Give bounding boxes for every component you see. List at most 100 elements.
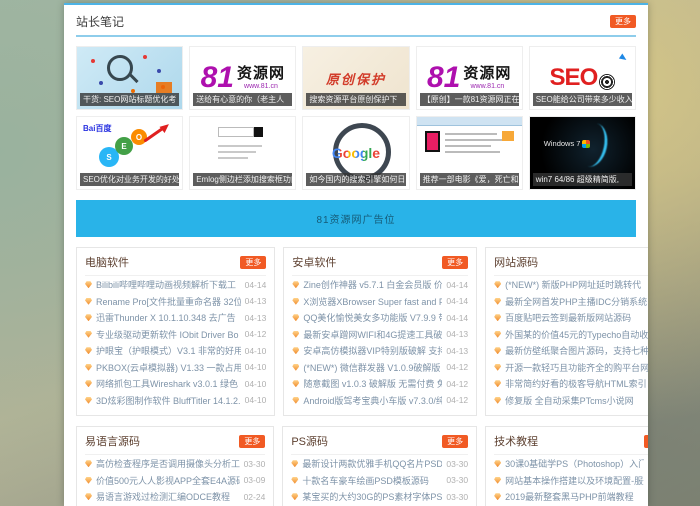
list-item[interactable]: 开源一款轻巧且功能齐全的购平台网03-20 bbox=[494, 360, 648, 376]
thumbnail-emlog-search[interactable]: Emlog侧边栏添加搜索框功能 bbox=[189, 116, 296, 190]
list-item[interactable]: Rename Pro[文件批量重命名器 32位 604-13 bbox=[85, 294, 266, 310]
logo-81: 81 bbox=[201, 63, 234, 93]
thumbnail-grid: 干货: SEO网站标题优化考 81 资源网 www.81.cn 送给有心意的你（… bbox=[76, 46, 636, 190]
gem-icon bbox=[494, 347, 501, 354]
mock-rating-badge bbox=[502, 131, 514, 141]
list-item[interactable]: Android版驾考宝典小车版 v7.3.0/纯04-12 bbox=[292, 393, 468, 409]
item-title: 网络抓包工具Wireshark v3.0.1 绿色 bbox=[96, 377, 241, 390]
gem-icon bbox=[85, 493, 92, 500]
mock-search-button bbox=[254, 127, 263, 137]
thumbnail-google-search[interactable]: Google 如今国内的搜索引擎如何日 bbox=[302, 116, 409, 190]
section-title: 安卓软件 bbox=[292, 254, 336, 270]
list-item[interactable]: 最新设计两款优雅手机QQ名片PSD源03-30 bbox=[291, 456, 468, 472]
thumbnail-81-resource-2[interactable]: 81 资源网 www.81.cn 【原创】一款81资源网正在 bbox=[416, 46, 523, 110]
seo-logo-text: SEO bbox=[550, 64, 598, 92]
list-item[interactable]: 非常简约好看的极客导航HTML索引03-10 bbox=[494, 376, 648, 392]
list-item[interactable]: 价值500元人人影视APP全套E4A源码03-09 bbox=[85, 473, 265, 489]
item-title: 某宝买的大约30G的PS素材字体PSD bbox=[302, 490, 442, 503]
list-item[interactable]: 十款名车豪车绘画PSD模板源码03-30 bbox=[291, 473, 468, 489]
item-date: 02-24 bbox=[244, 492, 266, 502]
logo-text-wrap: 资源网 www.81.cn bbox=[237, 62, 285, 90]
list-item[interactable]: (*NEW*) 新版PHP网址延时跳转代04-08 bbox=[494, 277, 648, 293]
more-button-webmaster-notes[interactable]: 更多 bbox=[610, 15, 636, 28]
more-button-tech-tutorials[interactable]: 更多 bbox=[644, 435, 648, 448]
gem-icon bbox=[292, 331, 299, 338]
item-title: Bilibili哔哩哔哩动画视频解析下载工 bbox=[96, 278, 241, 291]
section-website-source: 网站源码 更多 (*NEW*) 新版PHP网址延时跳转代04-08 最新全网首发… bbox=[485, 247, 648, 416]
list-item[interactable]: Bilibili哔哩哔哩动画视频解析下载工 04-14 bbox=[85, 277, 266, 293]
list-item[interactable]: 百度贴吧云签到最新版网站源码03-25 bbox=[494, 310, 648, 326]
thumbnail-caption: 推荐一部电影《爱，死亡和 bbox=[420, 173, 519, 186]
gem-icon bbox=[85, 314, 92, 321]
list-item[interactable]: 迅雷Thunder X 10.1.10.348 去广告04-13 bbox=[85, 310, 266, 326]
list-item[interactable]: X浏览器XBrowser Super fast and P04-14 bbox=[292, 294, 468, 310]
thumbnail-caption: 送给有心意的你（老主人 bbox=[193, 93, 292, 106]
item-title: (*NEW*) 微信群发器 V1.0.9破解版 bbox=[303, 361, 442, 374]
item-title: 外国某的价值45元的Typecho自动收 bbox=[505, 328, 648, 341]
ad-banner[interactable]: 81资源网广告位 bbox=[76, 200, 636, 237]
item-date: 04-12 bbox=[446, 379, 468, 389]
list-item[interactable]: (*NEW*) 微信群发器 V1.0.9破解版04-12 bbox=[292, 360, 468, 376]
list-item[interactable]: 最新全网首发PHP主播IDC分销系统03-31 bbox=[494, 294, 648, 310]
more-button-easy-language[interactable]: 更多 bbox=[239, 435, 265, 448]
item-date: 04-14 bbox=[245, 280, 267, 290]
list-item[interactable]: 易语言游戏过检测汇编ODCE教程02-24 bbox=[85, 489, 265, 505]
logo-name: 资源网 bbox=[463, 62, 511, 83]
item-title: PKBOX(云卓模拟器) V1.33 一款占用 bbox=[96, 361, 241, 374]
magnifier-icon bbox=[107, 55, 133, 81]
dart-icon bbox=[619, 54, 628, 63]
item-title: (*NEW*) 新版PHP网址延时跳转代 bbox=[505, 278, 648, 291]
baidu-logo-text: Bai百度 bbox=[83, 123, 111, 134]
item-title: QQ美化愉悦美女多功能版 V7.9.9 带 bbox=[303, 311, 442, 324]
gem-icon bbox=[291, 493, 298, 500]
list-item[interactable]: 30课0基础学PS（Photoshop）入门04-13 bbox=[494, 456, 648, 472]
windows7-label: Windows 7 bbox=[544, 139, 591, 148]
more-button-android-software[interactable]: 更多 bbox=[442, 256, 468, 269]
list-item[interactable]: 修复版 全自动采集PTcms小说网03-09 bbox=[494, 393, 648, 409]
section-tech-tutorials: 技术教程 更多 30课0基础学PS（Photoshop）入门04-13 网站基本… bbox=[485, 426, 648, 506]
list-item[interactable]: QQ美化愉悦美女多功能版 V7.9.9 带04-14 bbox=[292, 310, 468, 326]
thumbnail-movie-recommend[interactable]: 推荐一部电影《爱，死亡和 bbox=[416, 116, 523, 190]
section-header: PS源码 更多 bbox=[291, 433, 468, 455]
thumbnail-seo-title-optimize[interactable]: 干货: SEO网站标题优化考 bbox=[76, 46, 183, 110]
list-item[interactable]: 3D炫彩图制作软件 BluffTitler 14.1.2.04-10 bbox=[85, 393, 266, 409]
section-pc-software: 电脑软件 更多 Bilibili哔哩哔哩动画视频解析下载工04-14 Renam… bbox=[76, 247, 275, 416]
section-title: 网站源码 bbox=[494, 254, 538, 270]
more-button-pc-software[interactable]: 更多 bbox=[240, 256, 266, 269]
more-button-ps-source[interactable]: 更多 bbox=[442, 435, 468, 448]
item-date: 04-13 bbox=[446, 329, 468, 339]
section-title: 易语言源码 bbox=[85, 433, 140, 449]
list-item[interactable]: 最新安卓蹭网WIFI和4G提速工具破解04-13 bbox=[292, 327, 468, 343]
section-header: 技术教程 更多 bbox=[494, 433, 648, 455]
item-date: 04-13 bbox=[446, 346, 468, 356]
thumbnail-seo-business[interactable]: Bai百度 S E O SEO优化对业务开发的好处 bbox=[76, 116, 183, 190]
list-item[interactable]: 最新仿壁纸聚合图片源码，支持七种图03-20 bbox=[494, 343, 648, 359]
thumbnail-81-resource-1[interactable]: 81 资源网 www.81.cn 送给有心意的你（老主人 bbox=[189, 46, 296, 110]
list-item[interactable]: PKBOX(云卓模拟器) V1.33 一款占用04-10 bbox=[85, 360, 266, 376]
gem-icon bbox=[292, 364, 299, 371]
list-item[interactable]: 专业级驱动更新软件 IObit Driver Bo04-12 bbox=[85, 327, 266, 343]
thumbnail-caption: win7 64/86 超级精简版, bbox=[533, 173, 632, 186]
list-item[interactable]: 护眼宝（护眼模式）V3.1 非常的好用04-10 bbox=[85, 343, 266, 359]
list-item[interactable]: 网站基本操作搭建以及环境配置-服务03-21 bbox=[494, 473, 648, 489]
list-item[interactable]: 2019最新整套黑马PHP前端教程03-09 bbox=[494, 489, 648, 505]
seo-circle-e: E bbox=[115, 137, 133, 155]
gem-icon bbox=[85, 380, 92, 387]
section-easy-language: 易语言源码 更多 高仿检查程序是否调用摄像头分析工具03-30 价值500元人人… bbox=[76, 426, 274, 506]
list-item[interactable]: 安卓高仿模拟器VIP特别版破解 支持 04-13 bbox=[292, 343, 468, 359]
list-item[interactable]: 网络抓包工具Wireshark v3.0.1 绿色04-10 bbox=[85, 376, 266, 392]
list-item[interactable]: 随意截图 v1.0.3 破解版 无需付费 免04-12 bbox=[292, 376, 468, 392]
thumbnail-win7-lite[interactable]: Windows 7 win7 64/86 超级精简版, bbox=[529, 116, 636, 190]
list-item[interactable]: 高仿检查程序是否调用摄像头分析工具03-30 bbox=[85, 456, 265, 472]
gem-icon bbox=[85, 364, 92, 371]
item-title: 2019最新整套黑马PHP前端教程 bbox=[505, 490, 644, 503]
list-item[interactable]: Zine创作神器 v5.7.1 白金会员版 价值04-14 bbox=[292, 277, 468, 293]
list-item[interactable]: 某宝买的大约30G的PS素材字体PSD03-30 bbox=[291, 489, 468, 505]
gem-icon bbox=[292, 281, 299, 288]
target-icon bbox=[599, 74, 615, 90]
list-item[interactable]: 外国某的价值45元的Typecho自动收03-21 bbox=[494, 327, 648, 343]
thumbnail-original-protection[interactable]: 原创保护 搜索资源平台原创保护下 bbox=[302, 46, 409, 110]
thumbnail-seo-income[interactable]: SEO SEO能给公司带来多少收入 bbox=[529, 46, 636, 110]
gem-icon bbox=[292, 380, 299, 387]
item-title: 安卓高仿模拟器VIP特别版破解 支持 bbox=[303, 344, 442, 357]
